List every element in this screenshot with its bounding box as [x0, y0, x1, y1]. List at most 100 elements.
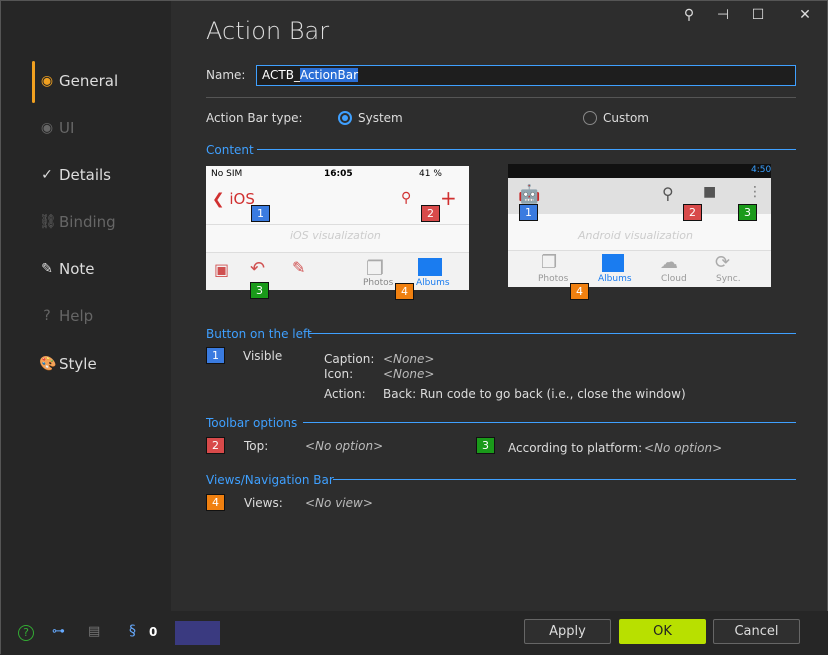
- carrier: No SIM: [211, 169, 243, 179]
- badge-1: 1: [251, 205, 270, 222]
- pencil-icon: ✎: [41, 261, 53, 277]
- translate-icon[interactable]: ▤: [88, 624, 100, 639]
- search-icon[interactable]: ⚲: [679, 7, 699, 23]
- caption-value[interactable]: <None>: [383, 352, 434, 366]
- search-icon: ⚲: [662, 184, 674, 203]
- reply-icon: ↶: [250, 258, 266, 279]
- albums-icon: [418, 258, 442, 276]
- compose-icon: ✎: [292, 258, 306, 277]
- badge-2: 2: [421, 205, 440, 222]
- section-content: Content: [206, 143, 254, 157]
- back-button: ❮ iOS: [212, 190, 255, 208]
- battery: 41 %: [419, 169, 442, 179]
- circle-icon: ◉: [40, 73, 54, 89]
- top-value[interactable]: <No option>: [305, 439, 383, 453]
- time: 16:05: [324, 169, 353, 179]
- name-label: Name:: [206, 68, 246, 82]
- time: 4:50: [751, 165, 771, 175]
- platform-value[interactable]: <No option>: [644, 441, 722, 455]
- ok-button[interactable]: OK: [619, 619, 706, 644]
- pin-icon[interactable]: ⊣: [713, 7, 733, 23]
- divider: [206, 97, 796, 98]
- hierarchy-icon[interactable]: ⊶: [52, 624, 65, 639]
- sidebar-item-general[interactable]: ◉ General: [39, 72, 118, 90]
- cloud-icon: ☁: [660, 252, 678, 273]
- name-input[interactable]: ACTB_ActionBar: [256, 65, 796, 86]
- section-views: Views/Navigation Bar: [206, 473, 334, 487]
- counter: 0: [149, 625, 158, 639]
- maximize-icon[interactable]: ☐: [748, 7, 768, 23]
- page-title: Action Bar: [206, 17, 330, 45]
- radio-system-label[interactable]: System: [358, 111, 403, 125]
- views-value[interactable]: <No view>: [305, 496, 373, 510]
- sidebar-item-style[interactable]: 🎨 Style: [39, 355, 97, 373]
- android-preview: 4:50 🤖 ⚲ ■ ⋮ Android visualization ❐ Pho…: [508, 164, 771, 287]
- section-toolbar: Toolbar options: [206, 416, 298, 430]
- photos-icon: ❐: [541, 252, 558, 273]
- section-left-button: Button on the left: [206, 327, 312, 341]
- palette-icon: 🎨: [39, 356, 57, 372]
- tab-photos: Photos: [363, 278, 394, 288]
- caption-label: Caption:: [324, 352, 375, 366]
- divider: [303, 422, 796, 423]
- plus-icon: +: [440, 186, 457, 210]
- divider: [333, 479, 796, 480]
- overflow-icon: ⋮: [748, 184, 762, 200]
- selection-indicator: [32, 61, 35, 103]
- action-value[interactable]: Back: Run code to go back (i.e., close t…: [383, 387, 686, 401]
- android-icon: 🤖: [518, 184, 541, 205]
- badge-2: 2: [206, 437, 225, 454]
- layout-toggle-button[interactable]: [175, 621, 220, 645]
- video-icon: ■: [703, 184, 717, 200]
- badge-3: 3: [738, 204, 757, 221]
- badge-4: 4: [395, 283, 414, 300]
- ios-caption: iOS visualization: [290, 229, 381, 242]
- sidebar-item-note[interactable]: ✎ Note: [39, 260, 94, 278]
- tab-albums: Albums: [598, 274, 632, 284]
- tab-albums: Albums: [416, 278, 450, 288]
- tab-cloud: Cloud: [661, 274, 687, 284]
- badge-1: 1: [519, 204, 538, 221]
- sync-icon: ⟳: [715, 252, 731, 273]
- close-icon[interactable]: ✕: [795, 7, 815, 23]
- link-icon: ⛓: [39, 214, 57, 230]
- visible-label: Visible: [243, 349, 283, 363]
- help-icon: ?: [43, 308, 51, 324]
- radio-custom[interactable]: [583, 111, 597, 125]
- tab-sync: Sync.: [716, 274, 741, 284]
- icon-label: Icon:: [324, 367, 354, 381]
- badge-3: 3: [250, 282, 269, 299]
- action-label: Action:: [324, 387, 366, 401]
- divider: [309, 333, 796, 334]
- sidebar-item-ui[interactable]: ◉ UI: [39, 119, 75, 137]
- apply-button[interactable]: Apply: [524, 619, 611, 644]
- radio-custom-label[interactable]: Custom: [603, 111, 649, 125]
- sidebar: ◉ General ◉ UI ✓ Details ⛓ Binding ✎ Note ? He…: [1, 1, 171, 611]
- photos-icon: ❐: [366, 256, 384, 280]
- help-icon[interactable]: ?: [18, 625, 34, 641]
- divider: [257, 149, 796, 150]
- search-icon: ⚲: [401, 190, 412, 206]
- check-circle-icon: ✓: [41, 167, 53, 183]
- tab-photos: Photos: [538, 274, 569, 284]
- radio-system[interactable]: [338, 111, 352, 125]
- ios-preview: No SIM 16:05 41 % ❮ iOS ⚲ + iOS visualiz…: [206, 166, 469, 290]
- badge-1: 1: [206, 347, 225, 364]
- eye-icon: ◉: [40, 120, 54, 136]
- sidebar-item-help[interactable]: ? Help: [39, 307, 93, 325]
- top-label: Top:: [244, 439, 269, 453]
- platform-label: According to platform:: [508, 441, 643, 455]
- cancel-button[interactable]: Cancel: [713, 619, 800, 644]
- badge-2: 2: [683, 204, 702, 221]
- type-label: Action Bar type:: [206, 111, 303, 125]
- icon-value[interactable]: <None>: [383, 367, 434, 381]
- sidebar-item-binding[interactable]: ⛓ Binding: [39, 213, 116, 231]
- badge-3: 3: [476, 437, 495, 454]
- views-label: Views:: [244, 496, 283, 510]
- android-caption: Android visualization: [578, 229, 693, 242]
- link-icon[interactable]: §: [129, 623, 136, 639]
- badge-4: 4: [570, 283, 589, 300]
- sidebar-item-details[interactable]: ✓ Details: [39, 166, 111, 184]
- badge-4: 4: [206, 494, 225, 511]
- albums-icon: [602, 254, 624, 272]
